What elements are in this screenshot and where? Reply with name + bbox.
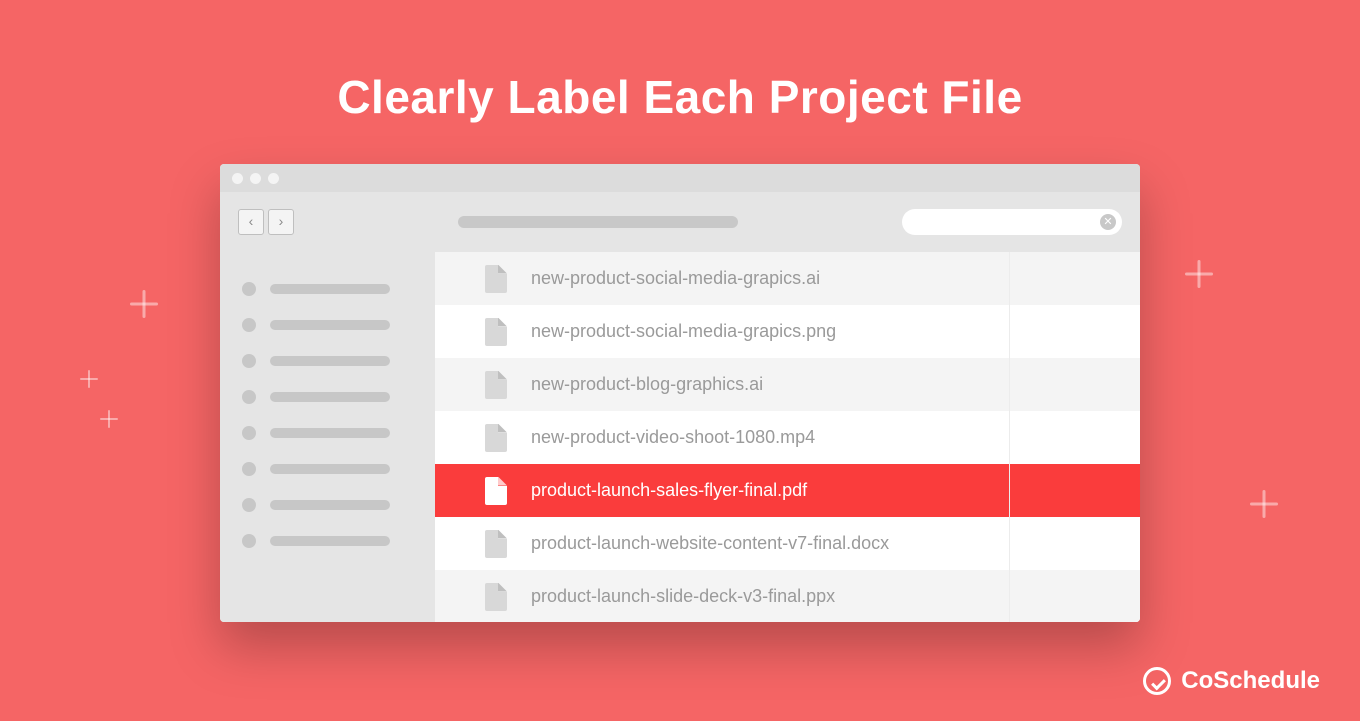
sidebar xyxy=(220,252,435,622)
sparkle-icon xyxy=(80,370,98,388)
sidebar-item[interactable] xyxy=(242,498,413,512)
sidebar-item[interactable] xyxy=(242,534,413,548)
toolbar: ‹ › ✕ xyxy=(220,192,1140,252)
file-icon xyxy=(485,583,507,611)
nav-forward-button[interactable]: › xyxy=(268,209,294,235)
file-row[interactable]: new-product-video-shoot-1080.mp4 xyxy=(435,411,1140,464)
file-name: new-product-video-shoot-1080.mp4 xyxy=(531,427,815,448)
nav-group: ‹ › xyxy=(238,209,294,235)
search-input[interactable]: ✕ xyxy=(902,209,1122,235)
sidebar-label-placeholder xyxy=(270,284,390,294)
file-name: new-product-blog-graphics.ai xyxy=(531,374,763,395)
file-icon xyxy=(485,318,507,346)
brand-logo: CoSchedule xyxy=(1143,667,1320,695)
sparkle-icon xyxy=(130,290,158,318)
nav-back-button[interactable]: ‹ xyxy=(238,209,264,235)
bullet-icon xyxy=(242,318,256,332)
file-browser-window: ‹ › ✕ new-product-social-media-grapics.a… xyxy=(220,164,1140,622)
file-icon xyxy=(485,371,507,399)
file-row[interactable]: new-product-social-media-grapics.png xyxy=(435,305,1140,358)
file-name: product-launch-slide-deck-v3-final.ppx xyxy=(531,586,835,607)
bullet-icon xyxy=(242,534,256,548)
sidebar-item[interactable] xyxy=(242,282,413,296)
sidebar-label-placeholder xyxy=(270,500,390,510)
sidebar-label-placeholder xyxy=(270,464,390,474)
bullet-icon xyxy=(242,426,256,440)
sidebar-label-placeholder xyxy=(270,536,390,546)
bullet-icon xyxy=(242,462,256,476)
file-icon xyxy=(485,477,507,505)
file-row[interactable]: new-product-social-media-grapics.ai xyxy=(435,252,1140,305)
brand-name: CoSchedule xyxy=(1181,667,1320,695)
file-list: new-product-social-media-grapics.ai new-p… xyxy=(435,252,1140,622)
sparkle-icon xyxy=(1250,490,1278,518)
file-icon xyxy=(485,424,507,452)
window-control-close[interactable] xyxy=(232,173,243,184)
file-row[interactable]: new-product-blog-graphics.ai xyxy=(435,358,1140,411)
sidebar-item[interactable] xyxy=(242,390,413,404)
window-control-minimize[interactable] xyxy=(250,173,261,184)
sparkle-icon xyxy=(1185,260,1213,288)
sidebar-item[interactable] xyxy=(242,426,413,440)
file-name: new-product-social-media-grapics.png xyxy=(531,321,836,342)
sidebar-label-placeholder xyxy=(270,320,390,330)
sidebar-label-placeholder xyxy=(270,428,390,438)
sidebar-label-placeholder xyxy=(270,392,390,402)
file-row[interactable]: product-launch-slide-deck-v3-final.ppx xyxy=(435,570,1140,622)
checkmark-circle-icon xyxy=(1143,667,1171,695)
address-area xyxy=(312,216,884,228)
sidebar-item[interactable] xyxy=(242,354,413,368)
file-icon xyxy=(485,530,507,558)
file-name: product-launch-sales-flyer-final.pdf xyxy=(531,480,807,501)
bullet-icon xyxy=(242,390,256,404)
bullet-icon xyxy=(242,282,256,296)
sidebar-label-placeholder xyxy=(270,356,390,366)
file-name: product-launch-website-content-v7-final.… xyxy=(531,533,889,554)
body-area: new-product-social-media-grapics.ai new-p… xyxy=(220,252,1140,622)
page-title: Clearly Label Each Project File xyxy=(0,0,1360,124)
file-row[interactable]: product-launch-website-content-v7-final.… xyxy=(435,517,1140,570)
address-bar-placeholder[interactable] xyxy=(458,216,738,228)
sidebar-item[interactable] xyxy=(242,462,413,476)
file-row[interactable]: product-launch-sales-flyer-final.pdf xyxy=(435,464,1140,517)
sidebar-item[interactable] xyxy=(242,318,413,332)
window-titlebar xyxy=(220,164,1140,192)
file-icon xyxy=(485,265,507,293)
window-control-zoom[interactable] xyxy=(268,173,279,184)
clear-search-icon[interactable]: ✕ xyxy=(1100,214,1116,230)
sparkle-icon xyxy=(100,410,118,428)
file-name: new-product-social-media-grapics.ai xyxy=(531,268,820,289)
bullet-icon xyxy=(242,354,256,368)
bullet-icon xyxy=(242,498,256,512)
